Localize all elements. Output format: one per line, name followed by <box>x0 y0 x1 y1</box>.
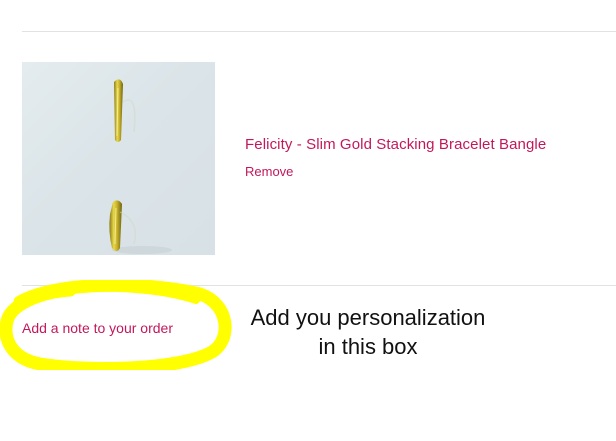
remove-button[interactable]: Remove <box>245 164 293 179</box>
annotation-line-1: Add you personalization <box>250 305 486 330</box>
product-image[interactable] <box>22 62 215 255</box>
top-divider <box>22 31 616 32</box>
bracelet-icon <box>109 79 172 254</box>
annotation-text: Add you personalization in this box <box>232 303 504 361</box>
product-title-link[interactable]: Felicity - Slim Gold Stacking Bracelet B… <box>245 136 546 153</box>
annotation-line-2: in this box <box>318 334 418 359</box>
add-order-note-link[interactable]: Add a note to your order <box>22 320 173 336</box>
